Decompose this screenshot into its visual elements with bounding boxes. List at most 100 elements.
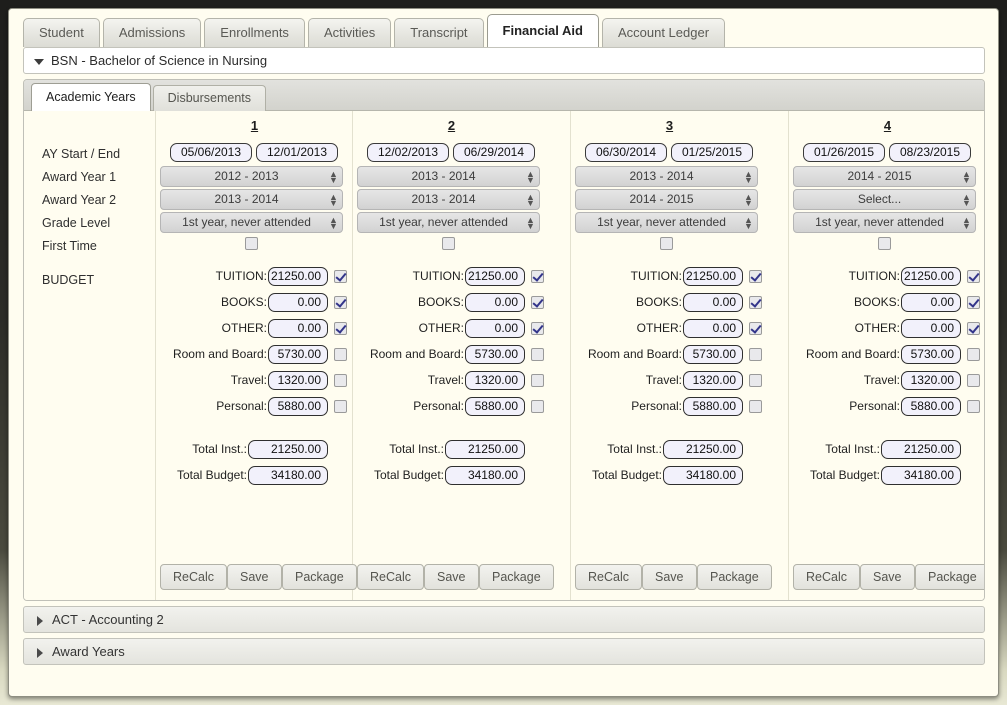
- ay-start-date-field[interactable]: 01/26/2015: [803, 143, 885, 162]
- budget-checkbox-travel[interactable]: [749, 374, 762, 387]
- budget-input-other[interactable]: 0.00: [268, 319, 328, 338]
- grade-level-select[interactable]: 1st year, never attended college ▲▼: [575, 212, 758, 233]
- main-tab-activities[interactable]: Activities: [307, 18, 392, 47]
- award-year-1-select[interactable]: 2013 - 2014 ▲ ▼: [575, 166, 758, 187]
- award-year-1-select[interactable]: 2013 - 2014 ▲ ▼: [357, 166, 540, 187]
- budget-checkbox-tuition[interactable]: [334, 270, 347, 283]
- grade-level-select[interactable]: 1st year, never attended college ▲▼: [793, 212, 976, 233]
- sub-tab-academic-years[interactable]: Academic Years: [31, 83, 151, 111]
- budget-checkbox-tuition[interactable]: [967, 270, 980, 283]
- budget-input-room-and-board[interactable]: 5730.00: [683, 345, 743, 364]
- first-time-checkbox[interactable]: [245, 237, 258, 250]
- main-tab-student[interactable]: Student: [23, 18, 100, 47]
- grade-level-select[interactable]: 1st year, never attended college ▲▼: [357, 212, 540, 233]
- budget-checkbox-other[interactable]: [531, 322, 544, 335]
- package-button[interactable]: Package: [697, 564, 772, 590]
- award-year-1-select[interactable]: 2014 - 2015 ▲ ▼: [793, 166, 976, 187]
- main-tab-transcript[interactable]: Transcript: [394, 18, 484, 47]
- budget-checkbox-travel[interactable]: [967, 374, 980, 387]
- budget-input-room-and-board[interactable]: 5730.00: [901, 345, 961, 364]
- budget-input-personal[interactable]: 5880.00: [268, 397, 328, 416]
- budget-input-personal[interactable]: 5880.00: [901, 397, 961, 416]
- budget-input-tuition[interactable]: 21250.00: [268, 267, 328, 286]
- budget-input-tuition[interactable]: 21250.00: [901, 267, 961, 286]
- budget-input-travel[interactable]: 1320.00: [465, 371, 525, 390]
- budget-input-books[interactable]: 0.00: [901, 293, 961, 312]
- accordion-row-act-accounting-2[interactable]: ACT - Accounting 2: [23, 606, 985, 633]
- budget-input-travel[interactable]: 1320.00: [901, 371, 961, 390]
- ay-end-date-field[interactable]: 08/23/2015: [889, 143, 971, 162]
- accordion-row-award-years[interactable]: Award Years: [23, 638, 985, 665]
- column-number[interactable]: 4: [789, 118, 984, 133]
- budget-input-tuition[interactable]: 21250.00: [465, 267, 525, 286]
- budget-checkbox-books[interactable]: [531, 296, 544, 309]
- budget-checkbox-personal[interactable]: [334, 400, 347, 413]
- budget-checkbox-books[interactable]: [967, 296, 980, 309]
- budget-input-other[interactable]: 0.00: [683, 319, 743, 338]
- budget-checkbox-other[interactable]: [967, 322, 980, 335]
- recalc-button[interactable]: ReCalc: [357, 564, 424, 590]
- column-number[interactable]: 3: [571, 118, 768, 133]
- award-year-2-select[interactable]: 2013 - 2014 ▲ ▼: [160, 189, 343, 210]
- budget-input-personal[interactable]: 5880.00: [465, 397, 525, 416]
- budget-checkbox-tuition[interactable]: [531, 270, 544, 283]
- budget-input-tuition[interactable]: 21250.00: [683, 267, 743, 286]
- budget-checkbox-tuition[interactable]: [749, 270, 762, 283]
- budget-checkbox-travel[interactable]: [531, 374, 544, 387]
- budget-input-other[interactable]: 0.00: [465, 319, 525, 338]
- ay-start-date-field[interactable]: 05/06/2013: [170, 143, 252, 162]
- package-button[interactable]: Package: [915, 564, 984, 590]
- grade-level-select[interactable]: 1st year, never attended college ▲▼: [160, 212, 343, 233]
- award-year-2-select[interactable]: Select... ▲ ▼: [793, 189, 976, 210]
- budget-input-books[interactable]: 0.00: [465, 293, 525, 312]
- ay-start-date-field[interactable]: 06/30/2014: [585, 143, 667, 162]
- budget-checkbox-other[interactable]: [749, 322, 762, 335]
- budget-checkbox-room-and-board[interactable]: [334, 348, 347, 361]
- recalc-button[interactable]: ReCalc: [575, 564, 642, 590]
- budget-checkbox-books[interactable]: [749, 296, 762, 309]
- budget-checkbox-personal[interactable]: [531, 400, 544, 413]
- first-time-checkbox[interactable]: [878, 237, 891, 250]
- main-tab-admissions[interactable]: Admissions: [102, 18, 202, 47]
- column-number[interactable]: 2: [353, 118, 550, 133]
- save-button[interactable]: Save: [860, 564, 915, 590]
- budget-input-books[interactable]: 0.00: [268, 293, 328, 312]
- budget-input-room-and-board[interactable]: 5730.00: [465, 345, 525, 364]
- first-time-checkbox[interactable]: [660, 237, 673, 250]
- budget-checkbox-room-and-board[interactable]: [749, 348, 762, 361]
- main-tab-enrollments[interactable]: Enrollments: [204, 18, 305, 47]
- budget-input-personal[interactable]: 5880.00: [683, 397, 743, 416]
- budget-checkbox-personal[interactable]: [749, 400, 762, 413]
- award-year-2-select[interactable]: 2013 - 2014 ▲ ▼: [357, 189, 540, 210]
- budget-checkbox-books[interactable]: [334, 296, 347, 309]
- budget-input-books[interactable]: 0.00: [683, 293, 743, 312]
- package-button[interactable]: Package: [479, 564, 554, 590]
- recalc-button[interactable]: ReCalc: [160, 564, 227, 590]
- program-accordion-header[interactable]: BSN - Bachelor of Science in Nursing: [23, 47, 985, 74]
- award-year-2-select[interactable]: 2014 - 2015 ▲ ▼: [575, 189, 758, 210]
- ay-end-date-field[interactable]: 01/25/2015: [671, 143, 753, 162]
- first-time-checkbox[interactable]: [442, 237, 455, 250]
- package-button[interactable]: Package: [282, 564, 357, 590]
- budget-checkbox-travel[interactable]: [334, 374, 347, 387]
- recalc-button[interactable]: ReCalc: [793, 564, 860, 590]
- budget-input-travel[interactable]: 1320.00: [268, 371, 328, 390]
- budget-checkbox-personal[interactable]: [967, 400, 980, 413]
- main-tab-financial-aid[interactable]: Financial Aid: [486, 14, 599, 47]
- ay-end-date-field[interactable]: 06/29/2014: [453, 143, 535, 162]
- ay-start-date-field[interactable]: 12/02/2013: [367, 143, 449, 162]
- budget-input-room-and-board[interactable]: 5730.00: [268, 345, 328, 364]
- award-year-1-select[interactable]: 2012 - 2013 ▲ ▼: [160, 166, 343, 187]
- budget-input-other[interactable]: 0.00: [901, 319, 961, 338]
- budget-checkbox-room-and-board[interactable]: [967, 348, 980, 361]
- save-button[interactable]: Save: [642, 564, 697, 590]
- column-number[interactable]: 1: [156, 118, 353, 133]
- budget-input-travel[interactable]: 1320.00: [683, 371, 743, 390]
- ay-end-date-field[interactable]: 12/01/2013: [256, 143, 338, 162]
- main-tab-account-ledger[interactable]: Account Ledger: [601, 18, 726, 47]
- save-button[interactable]: Save: [424, 564, 479, 590]
- budget-checkbox-other[interactable]: [334, 322, 347, 335]
- budget-checkbox-room-and-board[interactable]: [531, 348, 544, 361]
- sub-tab-disbursements[interactable]: Disbursements: [152, 85, 267, 111]
- save-button[interactable]: Save: [227, 564, 282, 590]
